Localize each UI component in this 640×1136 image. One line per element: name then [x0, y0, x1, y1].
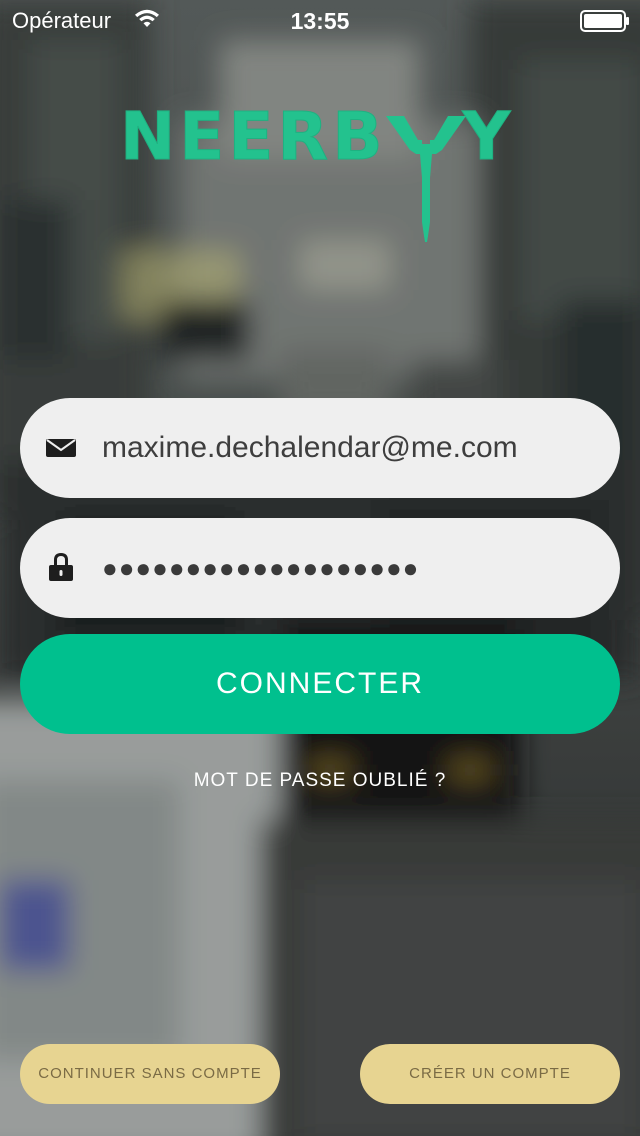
connect-button[interactable]: CONNECTER [20, 634, 620, 734]
forgot-password-link[interactable]: MOT DE PASSE OUBLIÉ ? [0, 770, 640, 792]
email-field[interactable]: maxime.dechalendar@me.com [20, 398, 620, 498]
email-value[interactable]: maxime.dechalendar@me.com [102, 398, 590, 498]
status-bar: Opérateur 13:55 [0, 0, 640, 40]
password-field[interactable]: ●●●●●●●●●●●●●●●●●●● [20, 518, 620, 618]
lock-icon [49, 553, 73, 581]
continue-without-account-button[interactable]: CONTINUER SANS COMPTE [20, 1044, 280, 1104]
clock: 13:55 [290, 8, 350, 34]
password-value[interactable]: ●●●●●●●●●●●●●●●●●●● [102, 518, 590, 618]
mail-icon [46, 439, 76, 457]
app-logo: NEERB Y [119, 92, 520, 242]
battery-icon [580, 10, 629, 32]
create-account-button[interactable]: CRÉER UN COMPTE [360, 1044, 620, 1104]
eiffel-tower-icon [386, 116, 466, 242]
